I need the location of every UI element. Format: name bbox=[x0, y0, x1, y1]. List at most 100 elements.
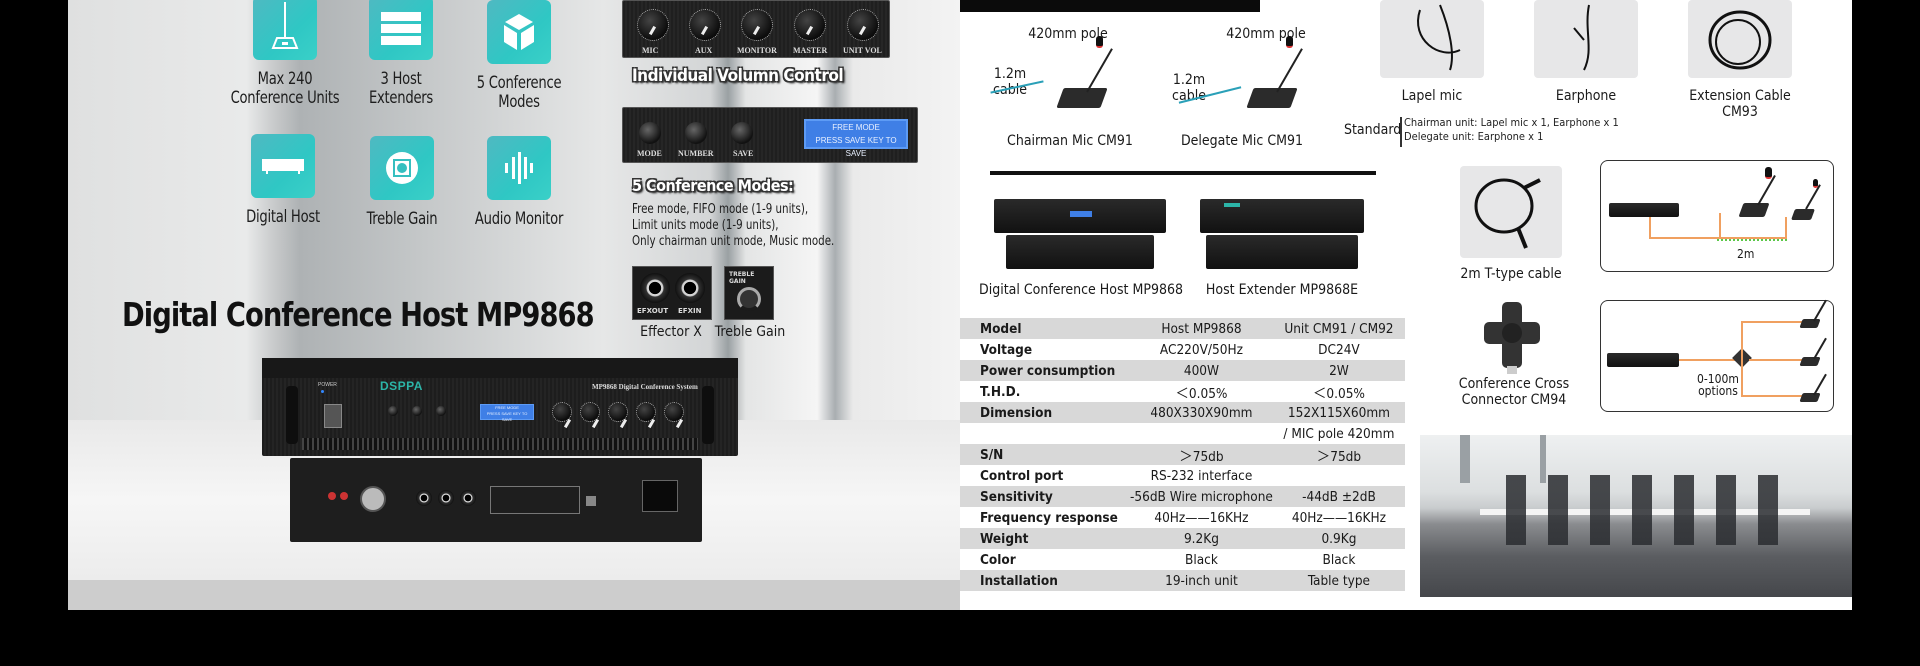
t-type-cable-photo bbox=[1460, 166, 1562, 258]
lcd-display: FREE MODE PRESS SAVE KEY TO SAVE bbox=[804, 119, 908, 158]
spec-key: Installation bbox=[960, 570, 1130, 591]
spec-key: Control port bbox=[980, 467, 1064, 484]
spec-unit-value: 40Hz——16KHz bbox=[1291, 509, 1387, 526]
spec-row: Dimension 480X330X90mm 152X115X60mm bbox=[960, 402, 1405, 423]
host-device-front: POWER DSPPA MP9868 Digital Conference Sy… bbox=[262, 358, 738, 456]
save-button bbox=[436, 406, 446, 416]
standard-contents: Chairman unit: Lapel mic x 1, Earphone x… bbox=[1404, 116, 1619, 143]
effector-x-caption: Effector X bbox=[640, 324, 702, 340]
treble-gain-caption: Treble Gain bbox=[714, 324, 786, 340]
spec-key: Frequency response bbox=[980, 509, 1118, 526]
chairman-mic-image bbox=[1040, 18, 1113, 108]
cross-connector-diagram: 0-100m options bbox=[1600, 299, 1834, 412]
mode-button-panel: MODE NUMBER SAVE FREE MODE PRESS SAVE KE… bbox=[622, 107, 918, 163]
section-divider bbox=[990, 171, 1376, 175]
spec-table: Model Host MP9868 Unit CM91 / CM92 Voltage A… bbox=[960, 318, 1405, 591]
mode-button bbox=[388, 406, 398, 416]
standard-label: Standard bbox=[1344, 122, 1402, 138]
rear-jack bbox=[438, 490, 454, 506]
button-label: SAVE bbox=[733, 149, 754, 158]
cube-icon bbox=[487, 0, 551, 64]
spec-row: T.H.D. ＜0.05% ＜0.05% bbox=[960, 381, 1405, 402]
host-extender-caption: Host Extender MP9868E bbox=[1205, 282, 1359, 298]
spec-unit-value: / MIC pole 420mm bbox=[1283, 425, 1395, 442]
feature-host-extenders: 3 Host Extenders bbox=[336, 0, 466, 108]
spec-host-value bbox=[1130, 423, 1273, 444]
lapel-mic-caption: Lapel mic bbox=[1401, 88, 1463, 104]
delegates-ports bbox=[490, 486, 580, 514]
power-led bbox=[321, 390, 324, 393]
treble-gain-image: TREBLE GAIN bbox=[724, 266, 774, 320]
knob-label: UNIT VOL bbox=[843, 46, 882, 55]
spec-unit-value: 152X115X60mm bbox=[1272, 402, 1405, 423]
right-spec-panel: 420mm pole 1.2m cable Chairman Mic CM91 … bbox=[960, 0, 1852, 610]
diagram-range-label: 0-100m options bbox=[1697, 372, 1739, 398]
spec-key: Sensitivity bbox=[960, 486, 1130, 507]
treble-knob-icon bbox=[737, 287, 761, 311]
power-label: POWER bbox=[318, 382, 337, 388]
rear-jack bbox=[416, 490, 432, 506]
delegate-mic-image bbox=[1230, 18, 1303, 108]
effector-x-image: EFXOUT EFXIN bbox=[632, 266, 712, 320]
spec-host-value: ＞75db bbox=[1130, 444, 1273, 465]
knob-label: MONITOR bbox=[737, 46, 777, 55]
button-label: NUMBER bbox=[678, 149, 714, 158]
spec-key: T.H.D. bbox=[980, 383, 1021, 400]
master-knob bbox=[794, 9, 826, 41]
unit-vol-knob bbox=[847, 9, 879, 41]
number-button bbox=[685, 122, 707, 144]
volume-control-title: Individual Volumn Control bbox=[632, 66, 844, 86]
modes-description: Free mode, FIFO mode (1-9 units), Limit … bbox=[632, 202, 835, 249]
device-monitor-knob bbox=[608, 402, 628, 422]
spec-key: Color bbox=[980, 551, 1016, 568]
spec-row: / MIC pole 420mm bbox=[960, 423, 1405, 444]
spec-host-value: RS-232 interface bbox=[1150, 467, 1253, 484]
bottom-strip bbox=[68, 580, 960, 610]
spec-unit-value: Unit CM91 / CM92 bbox=[1272, 318, 1405, 339]
spec-unit-value: ＞75db bbox=[1272, 444, 1405, 465]
spec-row: Voltage AC220V/50Hz DC24V bbox=[960, 339, 1405, 360]
brand-logo: DSPPA bbox=[380, 379, 423, 393]
ac-inlet bbox=[642, 480, 678, 512]
number-button bbox=[412, 406, 422, 416]
spec-host-value: 9.2Kg bbox=[1130, 528, 1273, 549]
diagram-2m-label: 2m bbox=[1737, 247, 1755, 261]
spec-unit-value: Table type bbox=[1272, 570, 1405, 591]
host-device-back bbox=[290, 458, 702, 542]
spec-key: S/N bbox=[960, 444, 1130, 465]
cross-connector-caption: Conference Cross Connector CM94 bbox=[1458, 376, 1570, 408]
spec-host-value: 480X330X90mm bbox=[1130, 402, 1273, 423]
efxin-jack bbox=[675, 273, 705, 303]
spec-key: Dimension bbox=[960, 402, 1130, 423]
spec-unit-value: ＜0.05% bbox=[1312, 385, 1365, 402]
digital-host-photo bbox=[994, 199, 1166, 271]
extension-cable-photo bbox=[1688, 0, 1792, 78]
device-model-text: MP9868 Digital Conference System bbox=[592, 383, 698, 391]
spec-host-value: Black bbox=[1185, 551, 1218, 568]
mic-knob bbox=[637, 9, 669, 41]
feature-audio-monitor: Audio Monitor bbox=[454, 136, 584, 229]
speaker-icon bbox=[370, 136, 434, 200]
spec-row: Color Black Black bbox=[960, 549, 1405, 570]
spec-key bbox=[960, 423, 1130, 444]
rca-jack bbox=[340, 492, 348, 500]
feature-treble-gain: Treble Gain bbox=[337, 136, 467, 229]
rear-jack bbox=[460, 490, 476, 506]
data-port bbox=[586, 496, 596, 506]
host-extender-photo bbox=[1200, 199, 1364, 271]
device-aux-knob bbox=[580, 402, 600, 422]
dotted-2m-line bbox=[1717, 239, 1787, 241]
spec-row: S/N ＞75db ＞75db bbox=[960, 444, 1405, 465]
earphone-photo bbox=[1534, 0, 1638, 78]
extension-cable-caption: Extension Cable CM93 bbox=[1689, 88, 1791, 120]
xlr-output bbox=[360, 486, 386, 512]
earphone-caption: Earphone bbox=[1555, 88, 1617, 104]
device-unitvol-knob bbox=[664, 402, 684, 422]
spec-row: Control port RS-232 interface bbox=[960, 465, 1405, 486]
monitor-knob bbox=[741, 9, 773, 41]
left-product-panel: Max 240 Conference Units 3 Host Extenders … bbox=[68, 0, 960, 610]
spec-key: Model bbox=[960, 318, 1130, 339]
spec-key: Power consumption bbox=[960, 360, 1130, 381]
efxout-jack bbox=[640, 273, 670, 303]
spec-row: Power consumption 400W 2W bbox=[960, 360, 1405, 381]
